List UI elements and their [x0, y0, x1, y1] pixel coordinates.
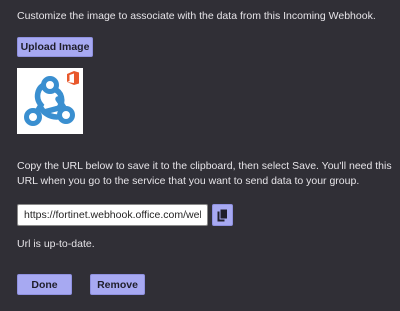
url-status-text: Url is up-to-date.: [17, 238, 95, 250]
remove-button[interactable]: Remove: [90, 274, 145, 295]
intro-text: Customize the image to associate with th…: [17, 10, 376, 22]
incoming-webhook-office-icon: [24, 71, 79, 126]
copy-instructions: Copy the URL below to save it to the cli…: [17, 160, 392, 187]
copy-icon: [217, 208, 228, 221]
copy-url-button[interactable]: [212, 204, 233, 226]
webhook-url-field[interactable]: [17, 204, 208, 226]
done-button[interactable]: Done: [17, 274, 72, 295]
webhook-image-preview: [17, 68, 83, 134]
upload-image-button[interactable]: Upload Image: [17, 37, 93, 57]
